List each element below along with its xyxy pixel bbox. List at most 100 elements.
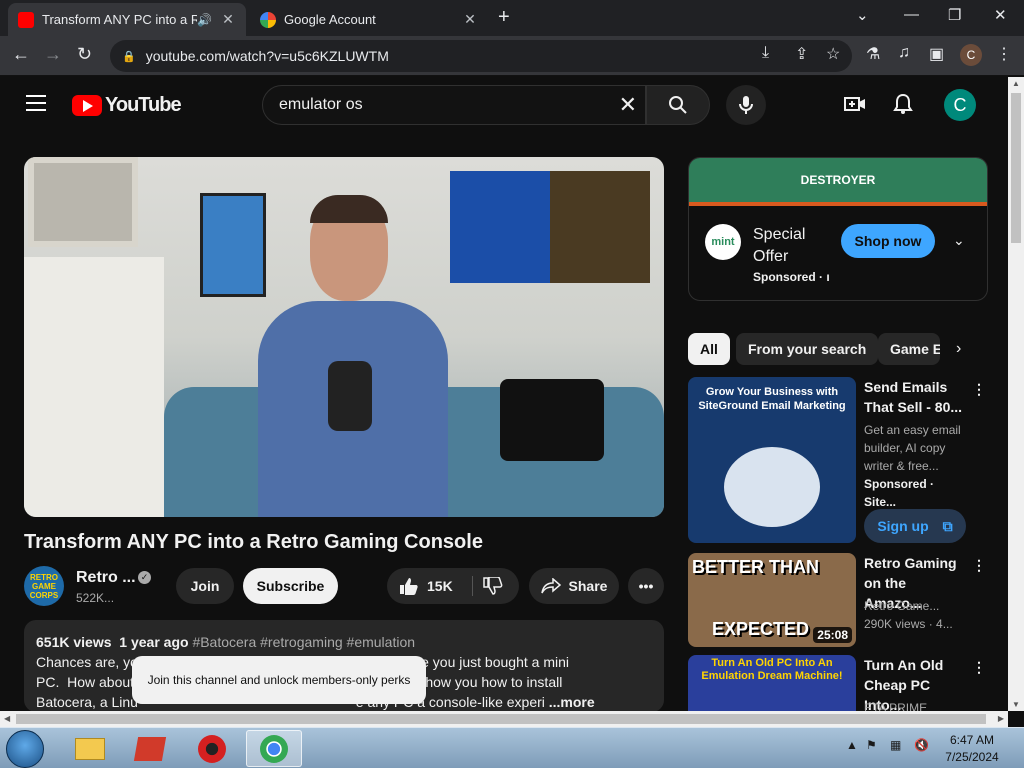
chrome-icon	[260, 734, 288, 763]
hashtags[interactable]: #Batocera #retrogaming #emulation	[192, 634, 415, 650]
tv-image	[28, 157, 138, 247]
thumbs-down-icon[interactable]	[483, 577, 503, 595]
recommendation-channel[interactable]: Retro Game...	[864, 597, 968, 615]
menu-dots-icon[interactable]: ⋮	[996, 44, 1012, 64]
more-vert-icon[interactable]: ⋮	[972, 557, 986, 574]
recommendation-sponsored: Sponsored · Site...	[864, 477, 935, 509]
recommendation-item[interactable]: Grow Your Business with SiteGround Email…	[688, 377, 988, 547]
scroll-up-icon[interactable]: ▲	[1012, 79, 1020, 88]
clear-search-icon[interactable]: ✕	[619, 92, 637, 118]
filter-chips: All From your search Game E ›	[688, 333, 988, 365]
reload-icon[interactable]: ↻	[77, 44, 92, 65]
shelf-image	[24, 257, 164, 517]
volume-muted-icon[interactable]: 🔇	[914, 738, 929, 752]
chip-from-your-search[interactable]: From your search	[736, 333, 879, 365]
horizontal-scrollbar[interactable]: ◀ ▶	[0, 711, 1008, 727]
hamburger-menu-icon[interactable]	[26, 95, 46, 116]
chip-all[interactable]: All	[688, 333, 730, 365]
recommendation-item[interactable]: BETTER THAN EXPECTED 25:08 Retro Gaming …	[688, 553, 988, 649]
new-tab-button[interactable]: +	[498, 6, 510, 29]
scroll-down-icon[interactable]: ▼	[1012, 700, 1020, 709]
sign-up-button[interactable]: Sign up ⧉	[864, 509, 966, 543]
scroll-left-icon[interactable]: ◀	[4, 714, 10, 723]
back-icon[interactable]: ←	[12, 44, 30, 65]
vertical-scrollbar[interactable]: ▲ ▼	[1008, 77, 1024, 711]
scroll-thumb[interactable]	[1011, 93, 1021, 243]
speaker-icon[interactable]: 🔊	[197, 13, 212, 27]
join-tooltip: Join this channel and unlock members-onl…	[132, 656, 426, 704]
recommendation-thumbnail[interactable]: BETTER THAN EXPECTED 25:08	[688, 553, 856, 647]
search-input[interactable]: emulator os ✕	[262, 85, 646, 125]
recommendation-thumbnail[interactable]: Grow Your Business with SiteGround Email…	[688, 377, 856, 543]
side-panel-icon[interactable]: ▣	[929, 44, 944, 64]
profile-avatar[interactable]: C	[960, 44, 982, 66]
create-video-icon[interactable]	[844, 93, 866, 115]
tab-google-account[interactable]: Google Account ✕	[250, 3, 488, 36]
notifications-bell-icon[interactable]	[892, 93, 914, 115]
taskbar-explorer[interactable]	[62, 730, 118, 767]
recommendation-channel[interactable]: ETA PRIME	[864, 699, 968, 711]
more-vert-icon[interactable]: ⋮	[972, 659, 986, 676]
youtube-logo[interactable]: YouTube	[72, 94, 182, 117]
chip-game[interactable]: Game E	[878, 333, 940, 365]
advertiser-logo[interactable]: mint	[705, 224, 741, 260]
tab-youtube[interactable]: Transform ANY PC into a Re 🔊 ✕	[8, 3, 246, 36]
chevron-right-icon[interactable]: ›	[956, 340, 961, 358]
taskbar-app-red[interactable]	[122, 730, 178, 767]
video-player[interactable]	[24, 157, 664, 517]
labs-flask-icon[interactable]: ⚗	[866, 44, 880, 64]
close-tab-icon[interactable]: ✕	[220, 11, 236, 28]
close-window-button[interactable]: ✕	[994, 6, 1007, 24]
close-tab-icon[interactable]: ✕	[462, 11, 478, 28]
start-button[interactable]	[6, 730, 44, 768]
media-control-icon[interactable]: ♫	[898, 44, 910, 62]
address-bar[interactable]: 🔒 youtube.com/watch?v=u5c6KZLUWTM	[110, 40, 852, 72]
install-icon[interactable]: ⤓	[762, 44, 769, 62]
app-icon	[198, 734, 226, 763]
search-button[interactable]	[646, 85, 710, 125]
like-dislike-group: 15K	[387, 568, 519, 604]
bookmark-star-icon[interactable]: ☆	[826, 44, 840, 64]
more-actions-button[interactable]: •••	[628, 568, 664, 604]
taskbar-app-circle[interactable]	[184, 730, 240, 767]
scroll-thumb[interactable]	[16, 714, 986, 724]
channel-name[interactable]: Retro ...	[76, 569, 136, 587]
like-button[interactable]: 15K	[399, 577, 453, 595]
restore-button[interactable]: ❐	[948, 6, 961, 24]
show-hidden-icons[interactable]: ▲	[846, 738, 858, 752]
youtube-header: YouTube emulator os ✕ C	[0, 77, 1008, 135]
upload-age: 1 year ago	[119, 634, 189, 650]
lock-icon[interactable]: 🔒	[122, 50, 136, 63]
tab-search-icon[interactable]: ⌄	[856, 6, 869, 24]
ad-title[interactable]: Special Offer	[753, 224, 843, 268]
recommendation-item[interactable]: Turn An Old PC Into An Emulation Dream M…	[688, 655, 988, 711]
verified-check-icon: ✓	[138, 571, 151, 584]
more-vert-icon[interactable]: ⋮	[972, 381, 986, 398]
channel-avatar[interactable]: RETRO GAME CORPS	[24, 566, 64, 606]
thumbnail-person-image	[724, 447, 820, 527]
show-more-link[interactable]: ...more	[549, 694, 595, 710]
ad-banner[interactable]: DESTROYER	[689, 158, 987, 206]
recommendation-title[interactable]: Send Emails That Sell - 80...	[864, 377, 964, 417]
taskbar-chrome[interactable]	[246, 730, 302, 767]
subscribe-button[interactable]: Subscribe	[243, 568, 338, 604]
shop-now-button[interactable]: Shop now	[841, 224, 935, 258]
share-icon[interactable]: ⇪	[795, 44, 808, 64]
share-button[interactable]: Share	[529, 568, 619, 604]
sponsored-ad-card[interactable]: DESTROYER mint Special Offer Sponsored ·…	[688, 157, 988, 301]
like-count: 15K	[427, 578, 453, 594]
voice-search-button[interactable]	[726, 85, 766, 125]
video-duration: 25:08	[813, 627, 852, 643]
network-icon[interactable]: ▦	[890, 738, 901, 752]
presenter-image	[258, 195, 458, 517]
recommendation-thumbnail[interactable]: Turn An Old PC Into An Emulation Dream M…	[688, 655, 856, 711]
action-center-flag-icon[interactable]: ⚑	[866, 738, 877, 752]
account-avatar[interactable]: C	[944, 89, 976, 121]
scroll-right-icon[interactable]: ▶	[998, 714, 1004, 723]
chevron-down-icon[interactable]: ⌄	[953, 232, 965, 249]
minimize-button[interactable]: —	[904, 6, 919, 23]
thumbnail-text-top: BETTER THAN	[692, 557, 819, 577]
join-button[interactable]: Join	[176, 568, 234, 604]
system-clock[interactable]: 6:47 AM 7/25/2024	[930, 732, 1014, 766]
forward-icon[interactable]: →	[44, 44, 62, 65]
